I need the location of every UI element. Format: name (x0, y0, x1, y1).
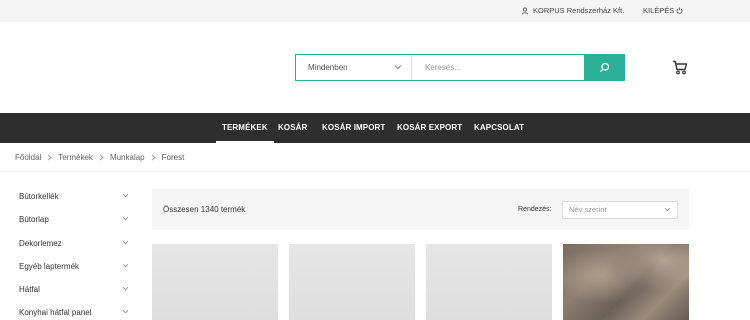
breadcrumb: Főoldal Termékek Munkalap Forest (15, 153, 184, 162)
search-bar: Mindenben (295, 54, 625, 81)
chevron-down-icon (664, 207, 671, 212)
sidebar-item-konyhai-hatfal-panel[interactable]: Konyhai hátfal panel (19, 301, 131, 320)
sidebar-item-label: Hátfal (19, 285, 40, 295)
chevron-down-icon[interactable] (122, 193, 129, 198)
sidebar-item-egyeb-laptermek[interactable]: Egyéb laptermék (19, 255, 131, 278)
product-toolbar: Összesen 1340 termék Rendezés: Név szeri… (152, 189, 689, 230)
cart-icon (673, 60, 688, 75)
product-card-image[interactable] (426, 244, 552, 320)
sort-label: Rendezés: (518, 206, 552, 213)
breadcrumb-item-home[interactable]: Főoldal (15, 153, 41, 162)
chevron-down-icon[interactable] (122, 240, 129, 245)
account-name: KORPUS Rendszerház Kft. (533, 6, 625, 15)
nav-item-termekek[interactable]: TERMÉKEK (216, 113, 274, 143)
cart-button[interactable] (672, 60, 688, 77)
sidebar-item-label: Egyéb laptermék (19, 261, 80, 271)
top-utility-bar: KORPUS Rendszerház Kft. KILÉPÉS (0, 0, 750, 22)
power-icon (676, 7, 683, 14)
sidebar-item-label: Konyhai hátfal panel (19, 308, 92, 318)
breadcrumb-divider (0, 171, 750, 172)
account-link[interactable]: KORPUS Rendszerház Kft. (521, 6, 624, 15)
chevron-right-icon (151, 154, 156, 161)
chevron-down-icon[interactable] (122, 309, 129, 314)
search-scope-select[interactable]: Mindenben (296, 55, 412, 80)
search-input[interactable] (412, 55, 584, 80)
sidebar-item-label: Dekorlemez (19, 238, 62, 248)
nav-item-kapcsolat[interactable]: KAPCSOLAT (474, 113, 524, 143)
chevron-down-icon[interactable] (122, 286, 129, 291)
chevron-right-icon (47, 154, 52, 161)
product-card-image[interactable] (563, 244, 689, 320)
sidebar-item-label: Bútorkellék (19, 192, 59, 201)
chevron-down-icon[interactable] (122, 216, 129, 221)
sidebar-item-butorkellek[interactable]: Bútorkellék (19, 185, 131, 208)
breadcrumb-item-munkalap[interactable]: Munkalap (110, 153, 145, 162)
search-scope-value: Mindenben (308, 63, 348, 72)
product-card-image[interactable] (152, 244, 278, 320)
logout-label: KILÉPÉS (643, 6, 675, 15)
search-button[interactable] (584, 55, 624, 80)
main-nav: TERMÉKEK KOSÁR KOSÁR IMPORT KOSÁR EXPORT… (0, 113, 750, 143)
nav-item-kosar-import[interactable]: KOSÁR IMPORT (322, 113, 385, 143)
sidebar-item-dekorlemez[interactable]: Dekorlemez (19, 232, 131, 255)
breadcrumb-item-current: Forest (161, 153, 185, 162)
sort-value: Név szerint (569, 205, 607, 214)
chevron-down-icon (394, 65, 402, 70)
user-icon (521, 7, 529, 15)
product-card-image[interactable] (289, 244, 415, 320)
category-sidebar: Bútorkellék Bútorlap Dekorlemez Egyéb la… (19, 185, 131, 320)
sidebar-item-label: Bútorlap (19, 215, 49, 225)
sidebar-item-butorlap[interactable]: Bútorlap (19, 208, 131, 231)
logout-link[interactable]: KILÉPÉS (643, 6, 683, 15)
chevron-right-icon (99, 154, 104, 161)
search-icon (599, 62, 609, 72)
breadcrumb-item-products[interactable]: Termékek (58, 153, 93, 162)
chevron-down-icon[interactable] (122, 263, 129, 268)
sidebar-item-hatfal[interactable]: Hátfal (19, 278, 131, 301)
site-header: Mindenben (0, 22, 750, 113)
product-count: Összesen 1340 termék (163, 205, 246, 214)
sort-select[interactable]: Név szerint (562, 201, 678, 219)
nav-item-kosar[interactable]: KOSÁR (278, 113, 307, 143)
nav-item-kosar-export[interactable]: KOSÁR EXPORT (397, 113, 462, 143)
